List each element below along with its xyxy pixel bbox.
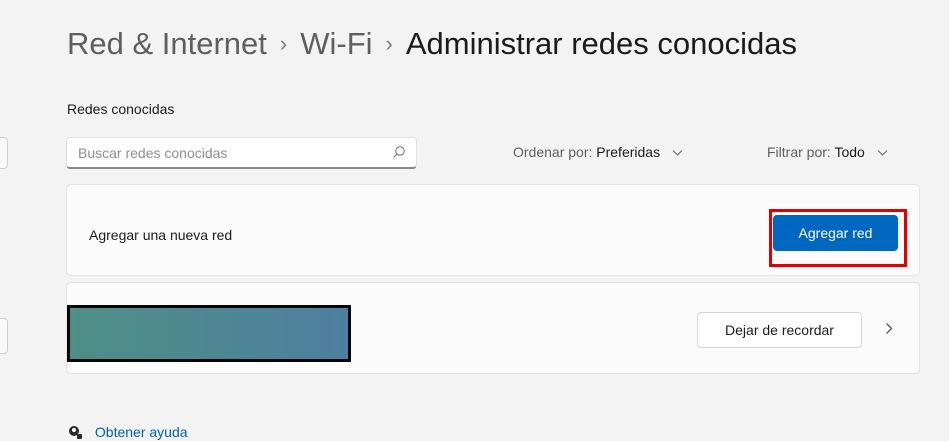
redacted-network-name	[67, 305, 351, 362]
chevron-down-icon	[877, 150, 888, 157]
help-icon	[69, 426, 82, 439]
add-network-card: Agregar una nueva red Agregar red	[66, 184, 920, 276]
breadcrumb: Red & Internet › Wi-Fi › Administrar redes c…	[67, 26, 797, 62]
sidebar-item-fragment	[0, 318, 8, 354]
sort-dropdown[interactable]: Ordenar por: Preferidas	[513, 144, 683, 160]
forget-network-button[interactable]: Dejar de recordar	[697, 312, 862, 348]
add-network-label: Agregar una nueva red	[89, 227, 233, 243]
chevron-down-icon	[672, 150, 683, 157]
known-networks-heading: Redes conocidas	[67, 101, 175, 117]
breadcrumb-separator: ›	[385, 31, 393, 56]
known-network-row[interactable]: Dejar de recordar	[66, 282, 920, 374]
breadcrumb-item-network[interactable]: Red & Internet	[67, 26, 267, 61]
chevron-right-icon[interactable]	[885, 322, 893, 335]
search-input[interactable]: Buscar redes conocidas	[66, 137, 417, 169]
filter-value: Todo	[834, 144, 865, 160]
add-network-button[interactable]: Agregar red	[773, 215, 898, 251]
filter-label: Filtrar por:	[767, 144, 831, 160]
sort-label: Ordenar por:	[513, 144, 593, 160]
search-placeholder: Buscar redes conocidas	[78, 145, 228, 161]
get-help-link[interactable]: Obtener ayuda	[95, 424, 188, 440]
page-title: Administrar redes conocidas	[405, 26, 797, 61]
filter-dropdown[interactable]: Filtrar por: Todo	[767, 144, 888, 160]
search-icon[interactable]	[392, 145, 406, 159]
help-section: Obtener ayuda	[67, 424, 188, 440]
sidebar-search-fragment	[0, 137, 8, 169]
breadcrumb-separator: ›	[279, 31, 288, 56]
breadcrumb-item-wifi[interactable]: Wi-Fi	[300, 26, 372, 61]
sort-value: Preferidas	[596, 144, 661, 160]
